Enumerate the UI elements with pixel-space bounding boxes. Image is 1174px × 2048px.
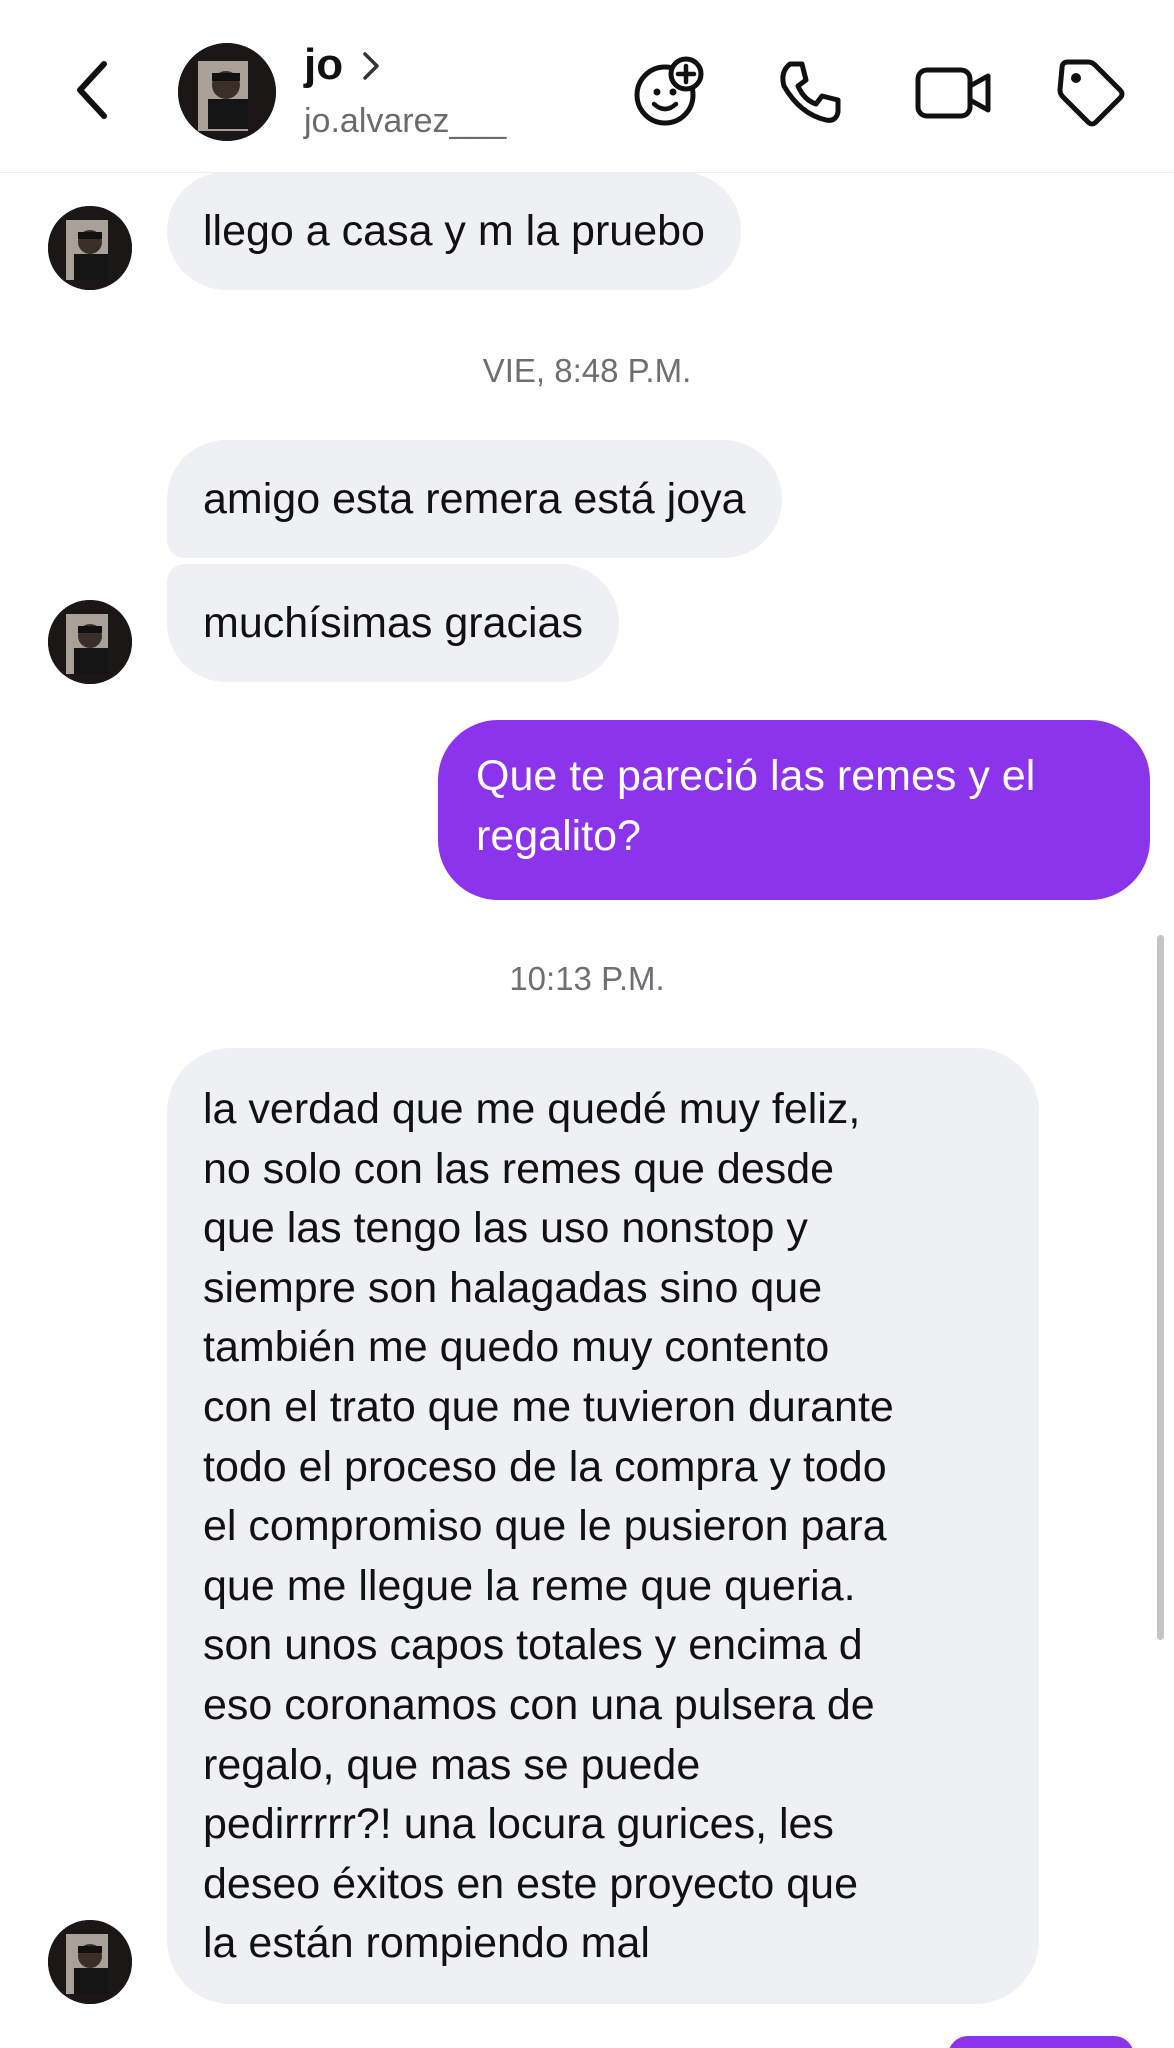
phone-icon [780,61,841,123]
avatar-photo-icon [48,206,132,290]
timestamp: VIE, 8:48 P.M. [482,352,692,389]
message-line: el compromiso que le pusieron para [203,1502,887,1551]
message-line: que las tengo las uso nonstop y [203,1204,808,1253]
message-line: también me quedo muy contento [203,1323,830,1372]
message-bubble[interactable]: amigo esta remera está joya [167,440,782,558]
message-line: Que te pareció las remes y el [476,752,1036,800]
avatar-photo-icon [48,600,132,684]
sticker-add-button[interactable] [630,52,710,132]
message-line: eso coronamos con una pulsera de [203,1680,875,1729]
message-line: no solo con las remes que desde [203,1144,835,1193]
sender-avatar[interactable] [48,600,132,684]
chat-screen: jo jo.alvarez___ llego a casa y m la pru… [0,0,1174,2048]
tag-button[interactable] [1050,52,1130,132]
message-line: son unos capos totales y encima d [203,1621,863,1670]
message-line: la verdad que me quedé muy feliz, [203,1085,861,1133]
outgoing-message-bubble-partial[interactable] [948,2036,1134,2048]
contact-avatar[interactable] [178,43,276,141]
message-line: siempre son halagadas sino que [203,1263,823,1312]
message-bubble[interactable]: muchísimas gracias [167,564,619,682]
message-line: pedirrrrr?! una locura gurices, les [203,1800,834,1849]
contact-username[interactable]: jo.alvarez___ [304,102,506,141]
sender-avatar[interactable] [48,1920,132,2004]
video-icon [915,67,991,119]
message-line: regalito? [476,812,641,860]
tag-icon [1057,59,1125,127]
message-line: todo el proceso de la compra y todo [203,1442,887,1491]
back-chevron-icon [77,61,107,119]
timestamp: 10:13 P.M. [509,960,665,997]
video-call-button[interactable] [914,52,994,132]
avatar-photo-icon [48,1920,132,2004]
back-button[interactable] [62,50,122,130]
message-bubble-long[interactable]: la verdad que me quedé muy feliz, no sol… [167,1048,1039,2004]
message-line: deseo éxitos en este proyecto que [203,1859,858,1908]
sender-avatar[interactable] [48,206,132,290]
avatar-photo-icon [178,43,276,141]
chat-header: jo jo.alvarez___ [0,0,1174,173]
message-line: la están rompiendo mal [203,1919,650,1968]
scrollbar[interactable] [1157,935,1164,1640]
message-line: que me llegue la reme que queria. [203,1561,856,1610]
message-bubble[interactable]: llego a casa y m la pruebo [167,172,741,290]
audio-call-button[interactable] [770,52,850,132]
contact-name[interactable]: jo [304,40,343,90]
sticker-add-icon [634,56,704,126]
message-line: regalo, que mas se puede [203,1740,701,1789]
message-line: con el trato que me tuvieron durante [203,1382,894,1431]
outgoing-message-bubble[interactable]: Que te pareció las remes y el regalito? [438,720,1150,900]
chevron-right-icon[interactable] [360,48,382,84]
